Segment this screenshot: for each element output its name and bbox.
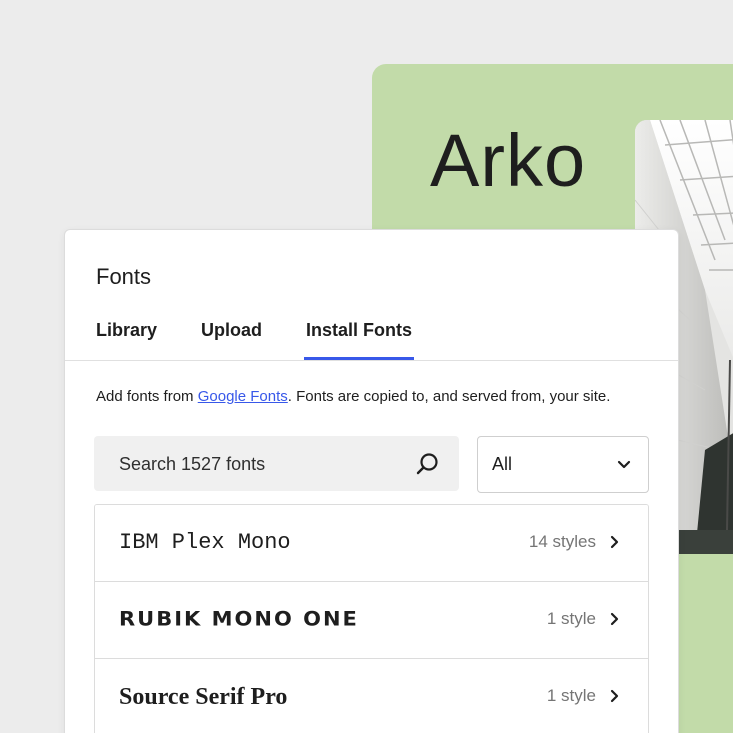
description-prefix: Add fonts from — [96, 388, 198, 405]
tab-upload[interactable]: Upload — [201, 320, 262, 359]
search-icon[interactable] — [415, 451, 441, 477]
install-description: Add fonts from Google Fonts. Fonts are c… — [96, 388, 610, 405]
font-search-field[interactable]: Search 1527 fonts — [94, 436, 459, 491]
select-value[interactable]: All — [492, 454, 512, 475]
app-canvas: Arko Fonts Library Upload Install Fonts … — [0, 0, 733, 733]
preview-title: Arko — [430, 119, 587, 202]
font-name: IBM Plex Mono — [119, 530, 291, 555]
tab-install-fonts[interactable]: Install Fonts — [304, 320, 415, 360]
tab-bar: Library Upload Install Fonts — [65, 308, 678, 361]
font-style-count: 1 style — [546, 686, 596, 705]
font-style-count: 1 style — [546, 609, 596, 628]
font-style-count: 14 styles — [528, 532, 596, 551]
font-list-item[interactable]: IBM Plex Mono 14 styles — [95, 505, 648, 582]
chevron-right-icon — [610, 612, 619, 626]
google-fonts-link[interactable]: Google Fonts — [198, 388, 288, 405]
font-name: RUBIK MONO ONE — [119, 607, 359, 631]
fonts-panel: Fonts Library Upload Install Fonts Add f… — [64, 229, 679, 733]
chevron-right-icon — [610, 689, 619, 703]
font-list-item[interactable]: Source Serif Pro 1 style — [95, 659, 648, 733]
font-name: Source Serif Pro — [119, 684, 288, 710]
chevron-down-icon[interactable] — [616, 457, 632, 473]
tab-library[interactable]: Library — [96, 320, 157, 359]
chevron-right-icon — [610, 535, 619, 549]
panel-title: Fonts — [96, 264, 152, 289]
font-category-select[interactable]: All — [477, 436, 649, 493]
description-suffix: . Fonts are copied to, and served from, … — [287, 388, 611, 405]
font-list: IBM Plex Mono 14 styles RUBIK MONO ONE 1… — [94, 504, 649, 733]
font-list-item[interactable]: RUBIK MONO ONE 1 style — [95, 582, 648, 659]
search-input-placeholder[interactable]: Search 1527 fonts — [119, 454, 265, 475]
